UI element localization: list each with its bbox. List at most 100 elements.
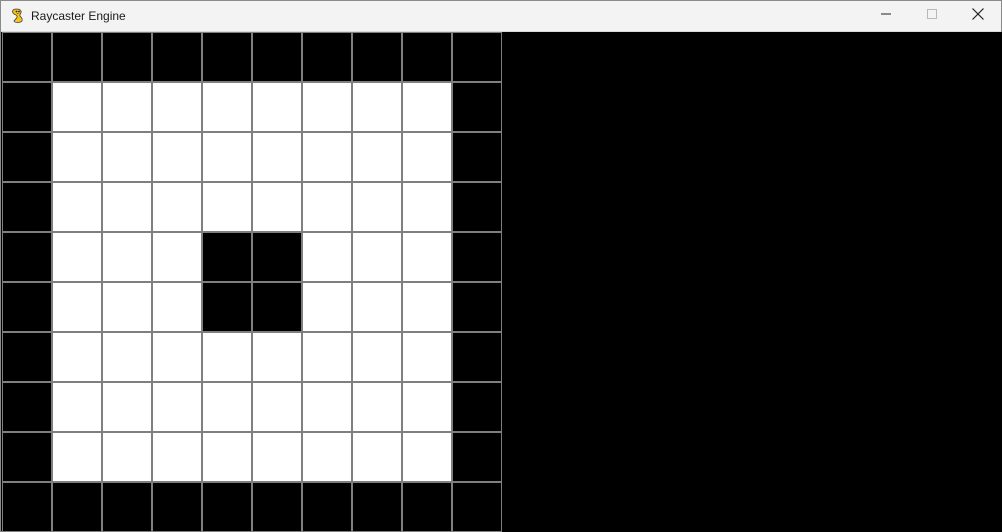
map-floor-cell (252, 382, 302, 432)
map-floor-cell (52, 332, 102, 382)
title-bar[interactable]: Raycaster Engine (1, 1, 1001, 32)
map-wall-cell (202, 232, 252, 282)
map-floor-cell (252, 182, 302, 232)
map-floor-cell (102, 182, 152, 232)
map-wall-cell (452, 132, 502, 182)
map-wall-cell (402, 482, 452, 532)
map-floor-cell (402, 82, 452, 132)
map-floor-cell (52, 132, 102, 182)
minimize-button[interactable] (863, 1, 909, 31)
map-floor-cell (152, 232, 202, 282)
map-floor-cell (202, 332, 252, 382)
render-canvas[interactable] (2, 32, 1002, 532)
map-wall-cell (452, 182, 502, 232)
map-wall-cell (152, 482, 202, 532)
map-floor-cell (52, 182, 102, 232)
map-floor-cell (102, 432, 152, 482)
map-wall-cell (152, 32, 202, 82)
map-wall-cell (452, 432, 502, 482)
map-floor-cell (52, 82, 102, 132)
map-wall-cell (2, 132, 52, 182)
map-floor-cell (302, 232, 352, 282)
app-window: Raycaster Engine (0, 0, 1002, 532)
map-wall-cell (2, 482, 52, 532)
map-wall-cell (352, 482, 402, 532)
map-wall-cell (252, 32, 302, 82)
map-floor-cell (102, 282, 152, 332)
top-down-map (2, 32, 502, 532)
map-wall-cell (202, 482, 252, 532)
map-floor-cell (152, 182, 202, 232)
maximize-icon (926, 7, 938, 25)
map-floor-cell (352, 132, 402, 182)
close-button[interactable] (955, 1, 1001, 31)
map-floor-cell (352, 282, 402, 332)
map-wall-cell (202, 282, 252, 332)
map-floor-cell (402, 132, 452, 182)
pygame-snake-icon (10, 7, 26, 24)
map-wall-cell (52, 482, 102, 532)
map-wall-cell (252, 482, 302, 532)
map-floor-cell (102, 382, 152, 432)
map-floor-cell (402, 382, 452, 432)
map-wall-cell (52, 32, 102, 82)
map-floor-cell (402, 432, 452, 482)
map-floor-cell (402, 232, 452, 282)
map-floor-cell (152, 132, 202, 182)
map-wall-cell (452, 382, 502, 432)
map-wall-cell (252, 282, 302, 332)
map-wall-cell (102, 482, 152, 532)
map-wall-cell (452, 232, 502, 282)
map-floor-cell (302, 382, 352, 432)
map-floor-cell (202, 82, 252, 132)
map-floor-cell (252, 132, 302, 182)
map-floor-cell (302, 82, 352, 132)
map-wall-cell (2, 232, 52, 282)
map-floor-cell (52, 432, 102, 482)
map-floor-cell (202, 432, 252, 482)
map-wall-cell (252, 232, 302, 282)
map-floor-cell (102, 232, 152, 282)
map-floor-cell (352, 332, 402, 382)
map-floor-cell (302, 282, 352, 332)
map-floor-cell (52, 382, 102, 432)
map-floor-cell (302, 432, 352, 482)
map-wall-cell (302, 32, 352, 82)
map-floor-cell (202, 382, 252, 432)
map-floor-cell (352, 432, 402, 482)
map-wall-cell (202, 32, 252, 82)
map-wall-cell (102, 32, 152, 82)
map-wall-cell (2, 82, 52, 132)
window-title: Raycaster Engine (31, 9, 126, 23)
map-floor-cell (252, 432, 302, 482)
map-floor-cell (102, 132, 152, 182)
raycast-3d-view (502, 32, 1002, 532)
map-floor-cell (352, 182, 402, 232)
map-floor-cell (202, 132, 252, 182)
map-wall-cell (452, 282, 502, 332)
map-wall-cell (2, 182, 52, 232)
map-floor-cell (52, 282, 102, 332)
map-floor-cell (152, 382, 202, 432)
map-floor-cell (152, 332, 202, 382)
map-floor-cell (302, 182, 352, 232)
map-wall-cell (2, 32, 52, 82)
map-wall-cell (302, 482, 352, 532)
map-wall-cell (2, 432, 52, 482)
map-floor-cell (102, 332, 152, 382)
map-floor-cell (352, 382, 402, 432)
map-wall-cell (2, 282, 52, 332)
map-floor-cell (202, 182, 252, 232)
maximize-button[interactable] (909, 1, 955, 31)
map-floor-cell (52, 232, 102, 282)
map-floor-cell (102, 82, 152, 132)
map-wall-cell (352, 32, 402, 82)
map-wall-cell (452, 82, 502, 132)
map-floor-cell (352, 232, 402, 282)
map-floor-cell (402, 282, 452, 332)
close-icon (971, 7, 985, 26)
minimize-icon (880, 7, 892, 25)
map-wall-cell (2, 382, 52, 432)
map-wall-cell (2, 332, 52, 382)
map-floor-cell (152, 432, 202, 482)
